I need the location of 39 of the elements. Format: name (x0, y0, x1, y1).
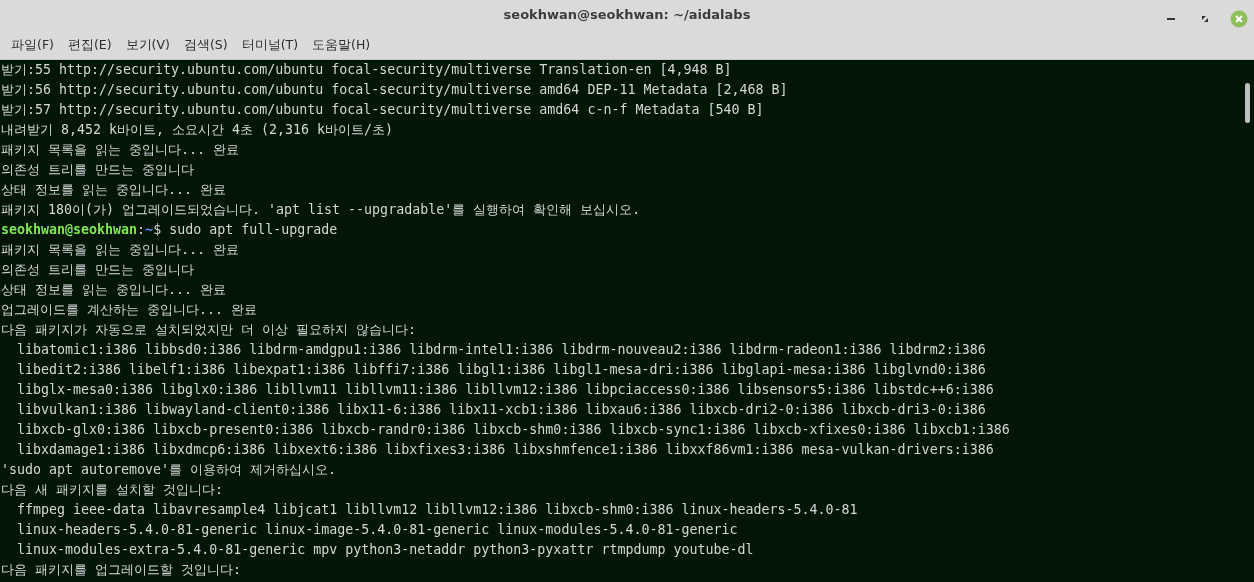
menu-item[interactable]: 편집(E) (60, 29, 119, 60)
terminal-line: 'sudo apt autoremove'를 이용하여 제거하십시오. (0, 461, 338, 479)
terminal-line: 업그레이드를 계산하는 중입니다... 완료 (0, 301, 259, 319)
terminal-line: libxdamage1:i386 libxdmcp6:i386 libxext6:i386 libxfixes3:i386 libxshmfence1:i386 libxxf86vm1:i386 mesa-vulkan-drivers:i386 (16, 441, 995, 459)
maximize-icon (1202, 15, 1208, 22)
scrollbar-thumb[interactable] (1245, 83, 1250, 123)
terminal-line: 의존성 트리를 만드는 중입니다 (0, 261, 196, 279)
menu-item[interactable]: 보기(V) (118, 29, 177, 60)
terminal-line: 다음 패키지가 자동으로 설치되었지만 더 이상 필요하지 않습니다: (0, 321, 418, 339)
terminal-line: 패키지 180이(가) 업그레이드되었습니다. 'apt list --upgradable'를 실행하여 확인해 보십시오. (0, 201, 642, 219)
prompt-path: ~ (145, 222, 154, 237)
window-title: seokhwan@seokhwan: ~/aidalabs (503, 6, 751, 24)
menu-item[interactable]: 터미널(T) (234, 29, 305, 60)
menu-item[interactable]: 파일(F) (4, 29, 61, 60)
terminal-line: 받기:57 http://security.ubuntu.com/ubuntu focal-security/multiverse amd64 c-n-f Metadata [540 B] (0, 101, 765, 119)
terminal-line: ffmpeg ieee-data libavresample4 libjcat1 libllvm12 libllvm12:i386 libxcb-shm0:i386 linux-headers-5.4.0-81 (16, 501, 859, 519)
terminal-line: libglx-mesa0:i386 libglx0:i386 libllvm11 libllvm11:i386 libllvm12:i386 libpciaccess0:i386 libsensors5:i386 libstdc++6:i386 (16, 381, 995, 399)
terminal-line: 받기:56 http://security.ubuntu.com/ubuntu focal-security/multiverse amd64 DEP-11 Metadata [2,468 B] (0, 81, 789, 99)
menu-item[interactable]: 검색(S) (176, 29, 235, 60)
terminal-line: libedit2:i386 libelf1:i386 libexpat1:i386 libffi7:i386 libgl1:i386 libgl1-mesa-dri:i386 libglapi-mesa:i386 libglvnd0:i386 (16, 361, 987, 379)
terminal-line: 패키지 목록을 읽는 중입니다... 완료 (0, 141, 241, 159)
terminal-line: linux-modules-extra-5.4.0-81-generic mpv python3-netaddr python3-pyxattr rtmpdump youtube-dl (16, 541, 755, 559)
terminal-line: 다음 새 패키지를 설치할 것입니다: (0, 481, 225, 499)
command-text: $ sudo apt full-upgrade (153, 222, 338, 237)
prompt-separator: : (137, 222, 146, 237)
terminal-line: linux-headers-5.4.0-81-generic linux-image-5.4.0-81-generic linux-modules-5.4.0-81-generic (16, 521, 739, 539)
terminal-line: 상태 정보를 읽는 중입니다... 완료 (0, 181, 228, 199)
prompt-user: seokhwan@seokhwan (1, 222, 138, 237)
terminal-line: libxcb-glx0:i386 libxcb-present0:i386 libxcb-randr0:i386 libxcb-shm0:i386 libxcb-sync1:i386 libxcb-xfixes0:i386 libxcb1:i386 (16, 421, 1011, 439)
terminal-line: libvulkan1:i386 libwayland-client0:i386 libx11-6:i386 libx11-xcb1:i386 libxau6:i386 libxcb-dri2-0:i386 libxcb-dri3-0:i386 (16, 401, 987, 419)
menu-item[interactable]: 도움말(H) (305, 29, 378, 60)
terminal-line: 내려받기 8,452 k바이트, 소요시간 4초 (2,316 k바이트/초) (0, 121, 395, 139)
terminal-line: 다음 패키지를 업그레이드할 것입니다: (0, 561, 243, 579)
terminal-line: 패키지 목록을 읽는 중입니다... 완료 (0, 241, 241, 259)
terminal-line: 상태 정보를 읽는 중입니다... 완료 (0, 281, 228, 299)
terminal-line: 의존성 트리를 만드는 중입니다 (0, 161, 196, 179)
minimize-icon (1167, 17, 1175, 20)
terminal-line: libatomic1:i386 libbsd0:i386 libdrm-amdgpu1:i386 libdrm-intel1:i386 libdrm-nouveau2:i386 libdrm-radeon1:i386 libdrm2:i386 (16, 341, 987, 359)
terminal-line: 받기:55 http://security.ubuntu.com/ubuntu focal-security/multiverse Translation-en [4,948 B] (0, 61, 733, 79)
